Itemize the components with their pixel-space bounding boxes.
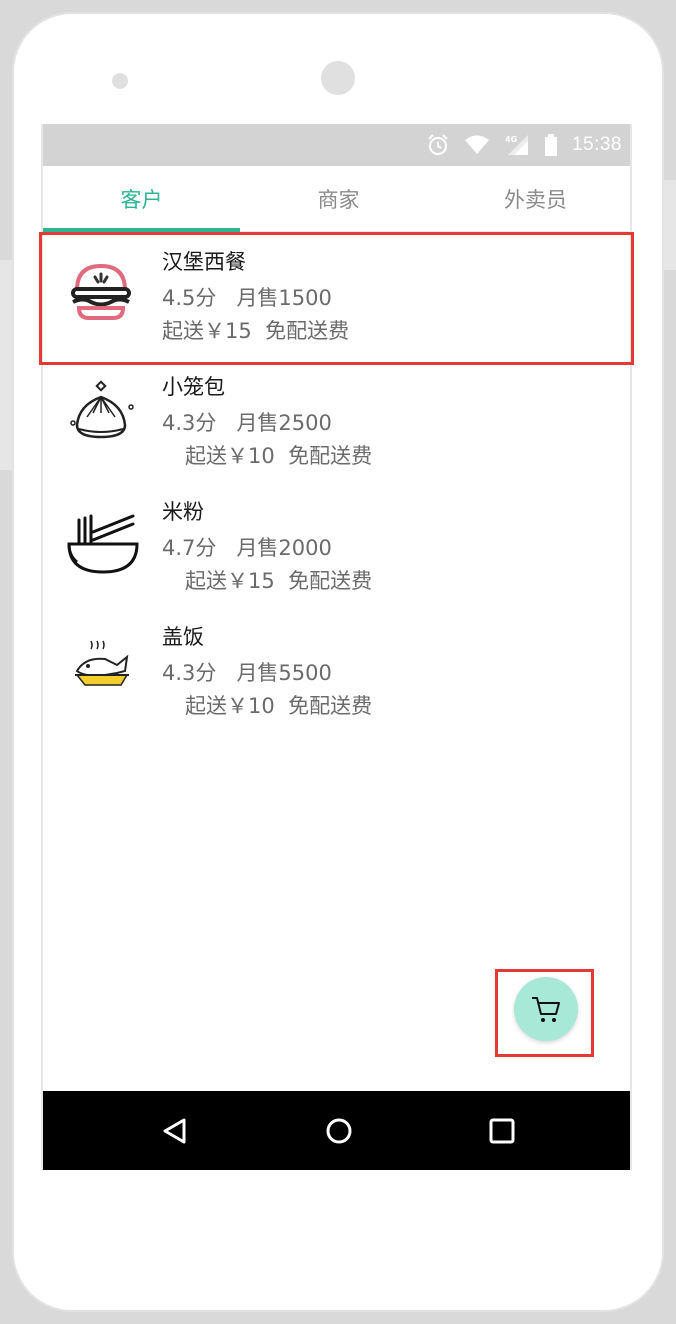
restaurant-name: 米粉 <box>162 500 204 524</box>
phone-side-edge-right <box>664 180 676 270</box>
min-order: 起送￥15 <box>185 569 275 593</box>
monthly-sales: 月售2000 <box>236 536 332 560</box>
delivery-info: 起送￥10 免配送费 <box>185 440 372 470</box>
restaurant-item-dumpling[interactable]: 小笼包 4.3分 月售2500 起送￥10 免配送费 <box>43 357 630 482</box>
restaurant-item-burger[interactable]: 汉堡西餐 4.5分 月售1500 起送￥15 免配送费 <box>43 232 630 357</box>
rating-and-sales: 4.5分 月售1500 <box>162 282 332 312</box>
rice-fish-icon <box>75 640 129 686</box>
delivery-fee: 免配送费 <box>288 694 373 718</box>
signal-4g-icon: 4G <box>505 135 528 155</box>
android-nav-bar <box>43 1091 630 1170</box>
dumpling-icon <box>70 380 134 439</box>
monthly-sales: 月售1500 <box>236 286 332 310</box>
status-bar: 4G 15:38 <box>43 124 630 166</box>
home-icon <box>326 1118 352 1144</box>
min-order: 起送￥10 <box>185 444 275 468</box>
nav-recents-button[interactable] <box>482 1111 522 1151</box>
restaurant-list: 汉堡西餐 4.5分 月售1500 起送￥15 免配送费 小笼包 4.3分 月售2… <box>43 232 630 732</box>
restaurant-item-rice-noodle[interactable]: 米粉 4.7分 月售2000 起送￥15 免配送费 <box>43 482 630 607</box>
delivery-info: 起送￥10 免配送费 <box>185 690 372 720</box>
restaurant-name: 小笼包 <box>162 375 225 399</box>
monthly-sales: 月售2500 <box>236 411 332 435</box>
phone-side-edge-left <box>0 260 12 470</box>
monthly-sales: 月售5500 <box>236 661 332 685</box>
min-order: 起送￥15 <box>162 319 252 343</box>
tab-merchant[interactable]: 商家 <box>240 166 437 231</box>
phone-camera <box>321 61 355 95</box>
app-screen: 4G 15:38 客户 商家 外卖员 汉堡西餐 4.5分 月售1500 起送￥1… <box>41 124 632 1170</box>
rating: 4.5分 <box>162 286 217 310</box>
delivery-info: 起送￥15 免配送费 <box>185 565 372 595</box>
tab-customer[interactable]: 客户 <box>43 166 240 232</box>
delivery-info: 起送￥15 免配送费 <box>162 315 349 345</box>
restaurant-name: 盖饭 <box>162 625 204 649</box>
burger-icon <box>71 263 131 320</box>
delivery-fee: 免配送费 <box>265 319 350 343</box>
tab-courier[interactable]: 外卖员 <box>437 166 630 231</box>
delivery-fee: 免配送费 <box>288 444 373 468</box>
cart-icon <box>532 997 560 1022</box>
status-time: 15:38 <box>571 134 622 155</box>
restaurant-item-rice-bowl[interactable]: 盖饭 4.3分 月售5500 起送￥10 免配送费 <box>43 607 630 732</box>
alarm-icon <box>428 134 448 155</box>
wifi-icon <box>464 135 489 154</box>
rating: 4.7分 <box>162 536 217 560</box>
cart-button[interactable] <box>514 977 578 1041</box>
nav-back-button[interactable] <box>155 1111 195 1151</box>
rating-and-sales: 4.3分 月售2500 <box>162 407 332 437</box>
restaurant-name: 汉堡西餐 <box>162 250 246 274</box>
rating: 4.3分 <box>162 661 217 685</box>
recents-icon <box>489 1118 515 1144</box>
svg-text:4G: 4G <box>505 135 517 144</box>
battery-icon <box>544 134 557 156</box>
delivery-fee: 免配送费 <box>288 569 373 593</box>
noodle-bowl-icon <box>67 514 139 574</box>
back-icon <box>163 1118 186 1144</box>
rating-and-sales: 4.3分 月售5500 <box>162 657 332 687</box>
tab-bar: 客户 商家 外卖员 <box>43 166 630 232</box>
nav-home-button[interactable] <box>319 1111 359 1151</box>
rating: 4.3分 <box>162 411 217 435</box>
min-order: 起送￥10 <box>185 694 275 718</box>
phone-sensor-dot <box>112 73 128 89</box>
rating-and-sales: 4.7分 月售2000 <box>162 532 332 562</box>
